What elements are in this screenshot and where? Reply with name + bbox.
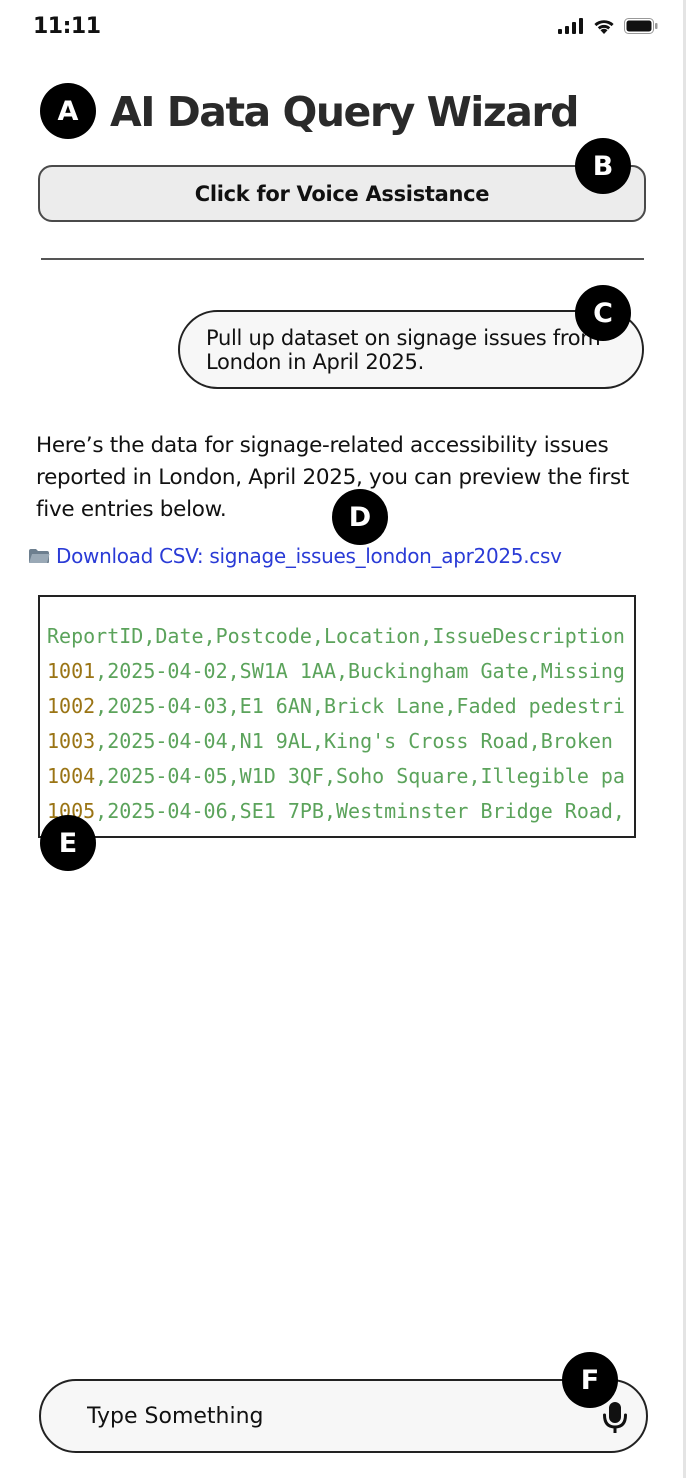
csv-row-values: ,2025-04-04,N1 9AL,King's Cross Road,Bro…: [95, 729, 613, 753]
csv-row-values: ,2025-04-06,SE1 7PB,Westminster Bridge R…: [95, 799, 625, 823]
wifi-icon: [594, 20, 614, 34]
annotation-badge-b: B: [575, 138, 631, 194]
status-icons: [558, 15, 658, 37]
csv-row-id: 1004: [47, 764, 96, 788]
csv-row-values: ,2025-04-05,W1D 3QF,Soho Square,Illegibl…: [95, 764, 625, 788]
folder-icon: [29, 549, 50, 563]
csv-row-id: 1002: [47, 694, 96, 718]
divider: [41, 258, 644, 260]
csv-row-values: ,2025-04-02,SW1A 1AA,Buckingham Gate,Mis…: [95, 659, 625, 683]
annotation-badge-a: A: [40, 83, 96, 139]
csv-row: 1005,2025-04-06,SE1 7PB,Westminster Brid…: [40, 794, 634, 829]
csv-preview: ReportID,Date,Postcode,Location,IssueDes…: [38, 595, 636, 838]
battery-icon: [624, 18, 658, 34]
message-input-bar: [39, 1379, 648, 1453]
annotation-badge-c: C: [575, 285, 631, 341]
csv-row: 1001,2025-04-02,SW1A 1AA,Buckingham Gate…: [40, 654, 634, 689]
user-message-bubble: Pull up dataset on signage issues from L…: [178, 310, 644, 389]
csv-row: 1002,2025-04-03,E1 6AN,Brick Lane,Faded …: [40, 689, 634, 724]
status-time: 11:11: [33, 14, 101, 39]
microphone-icon[interactable]: [602, 1401, 628, 1435]
csv-row-id: 1001: [47, 659, 96, 683]
csv-row-id: 1003: [47, 729, 96, 753]
annotation-badge-d: D: [332, 489, 388, 545]
csv-row-values: ,2025-04-03,E1 6AN,Brick Lane,Faded pede…: [95, 694, 625, 718]
voice-assistance-button[interactable]: Click for Voice Assistance: [38, 165, 646, 222]
csv-row: 1003,2025-04-04,N1 9AL,King's Cross Road…: [40, 724, 634, 759]
page-title: AI Data Query Wizard: [110, 88, 579, 136]
annotation-badge-f: F: [562, 1352, 618, 1408]
csv-row: 1004,2025-04-05,W1D 3QF,Soho Square,Ille…: [40, 759, 634, 794]
download-csv-link[interactable]: Download CSV: signage_issues_london_apr2…: [56, 544, 562, 568]
signal-icon: [558, 18, 583, 34]
download-row[interactable]: Download CSV: signage_issues_london_apr2…: [28, 544, 562, 568]
annotation-badge-e: E: [40, 815, 96, 871]
csv-header-row: ReportID,Date,Postcode,Location,IssueDes…: [47, 624, 625, 648]
message-input[interactable]: [87, 1403, 547, 1429]
